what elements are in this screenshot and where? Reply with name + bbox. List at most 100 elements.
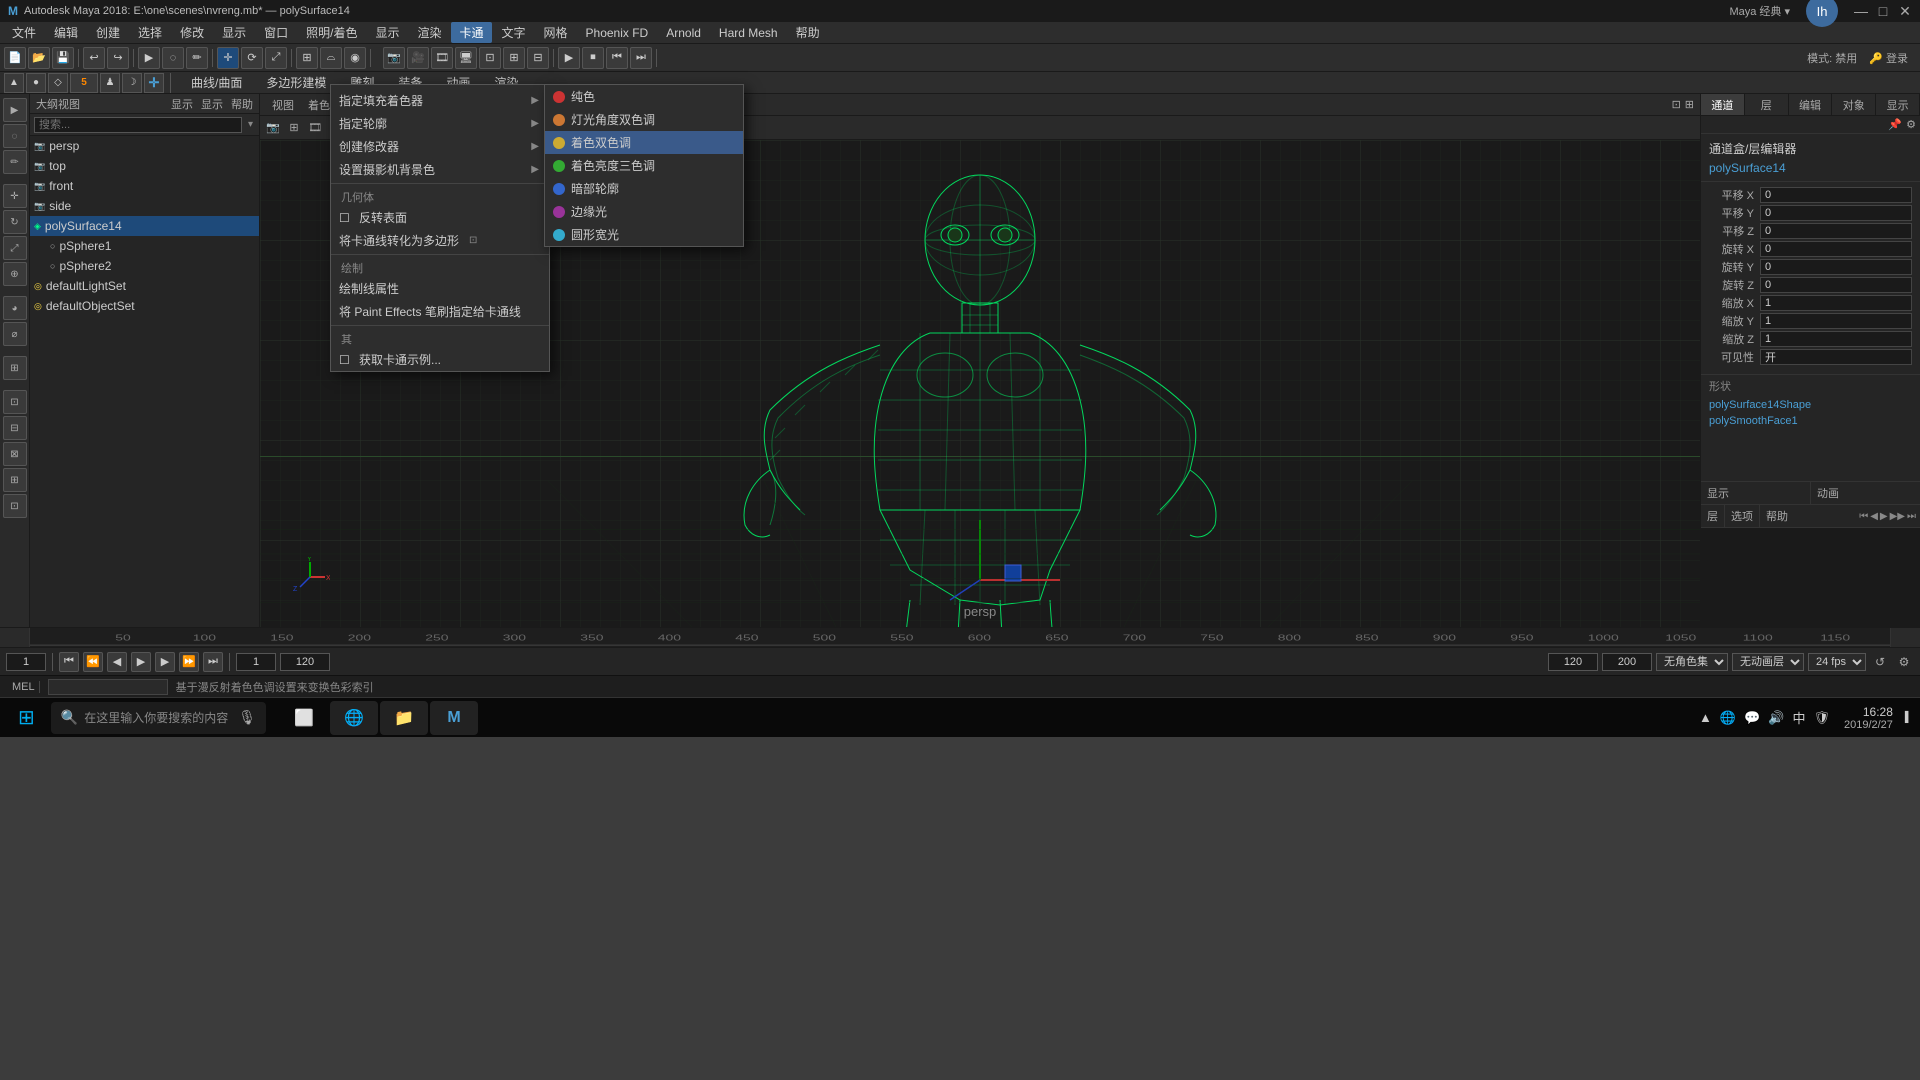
snap-btn3[interactable]: ⊠	[3, 442, 27, 466]
outliner-item-front[interactable]: 📷 front	[30, 176, 259, 196]
rlayer-tab-layers[interactable]: 层	[1701, 505, 1725, 527]
rtab-edit[interactable]: 编辑	[1789, 94, 1833, 115]
lasso-btn[interactable]: ◌	[162, 47, 184, 69]
dropdown-item-assign-shader[interactable]: 指定填充着色器 ▶	[331, 89, 549, 112]
pb-play-btn[interactable]: ▶	[131, 652, 151, 672]
stop-btn[interactable]: ⏹	[582, 47, 604, 69]
tray-up-arrow[interactable]: ▲	[1699, 710, 1712, 725]
rlayer-play-btn[interactable]: ▶	[1880, 511, 1888, 522]
outliner-item-psphere1[interactable]: ○ pSphere1	[30, 236, 259, 256]
rlayer-tab-options[interactable]: 选项	[1725, 505, 1760, 527]
tray-chat-icon[interactable]: 💬	[1744, 710, 1760, 726]
rtab-display-bottom[interactable]: 显示	[1701, 482, 1811, 504]
pb-last-btn[interactable]: ⏭	[203, 652, 223, 672]
menu-phoenix[interactable]: Phoenix FD	[578, 24, 657, 42]
command-input[interactable]	[48, 679, 168, 695]
attr-input-sz[interactable]	[1760, 331, 1912, 347]
rtab-channels[interactable]: 通道	[1701, 94, 1745, 115]
menu-file[interactable]: 文件	[4, 22, 44, 43]
play-btn[interactable]: ▶	[558, 47, 580, 69]
pb-settings-btn[interactable]: ⚙	[1894, 653, 1914, 671]
snap-point-btn[interactable]: ◉	[344, 47, 366, 69]
vp-isolate-icon[interactable]: ⊡	[1672, 98, 1681, 111]
soft-mod-tool[interactable]: ◕	[3, 296, 27, 320]
taskbar-taskview[interactable]: ⬜	[280, 701, 328, 735]
time-ruler[interactable]: 50 100 150 200 250 300 350 400 450 500 5…	[30, 628, 1890, 647]
dropdown-item-assign-outline[interactable]: 指定轮廓 ▶	[331, 112, 549, 135]
tray-network-icon[interactable]: 🌐	[1720, 710, 1736, 726]
rtab-display[interactable]: 显示	[1876, 94, 1920, 115]
scale-tool[interactable]: ⤢	[3, 236, 27, 260]
rtab-layers[interactable]: 层	[1745, 94, 1789, 115]
anim-layer-select[interactable]: 无动画层	[1732, 653, 1804, 671]
rotate-tool[interactable]: ↻	[3, 210, 27, 234]
snap-btn4[interactable]: ⊞	[3, 468, 27, 492]
maximize-button[interactable]: □	[1876, 4, 1890, 18]
shape-item-2[interactable]: polySmoothFace1	[1701, 413, 1920, 429]
tray-antivirus-icon[interactable]: 🛡	[1813, 710, 1830, 726]
outliner-item-lightset[interactable]: ◎ defaultLightSet	[30, 276, 259, 296]
module-icon-render[interactable]: 5	[70, 73, 98, 93]
module-icon-5[interactable]: ☽	[122, 73, 142, 93]
dropdown-item-assign-painteffects[interactable]: 将 Paint Effects 笔刷指定给卡通线	[331, 300, 549, 323]
attr-input-rz[interactable]	[1760, 277, 1912, 293]
module-poly[interactable]: 多边形建模	[258, 72, 334, 93]
taskbar-edge[interactable]: 🌐	[330, 701, 378, 735]
camera-btn5[interactable]: ⊡	[479, 47, 501, 69]
undo-btn[interactable]: ↩	[83, 47, 105, 69]
submenu-item-shading-bright-3[interactable]: 着色亮度三色调	[545, 154, 743, 177]
paint-btn[interactable]: ✏	[186, 47, 208, 69]
char-set-select[interactable]: 无角色集	[1656, 653, 1728, 671]
fps-select[interactable]: 24 fps	[1808, 653, 1866, 671]
range-start-input[interactable]	[236, 653, 276, 671]
menu-display2[interactable]: 显示	[367, 22, 407, 43]
move-btn[interactable]: ✛	[217, 47, 239, 69]
camera-btn2[interactable]: 🎥	[407, 47, 429, 69]
pb-loop-btn[interactable]: ↺	[1870, 653, 1890, 671]
shape-item-1[interactable]: polySurface14Shape	[1701, 397, 1920, 413]
outliner-menu-display[interactable]: 显示	[171, 96, 193, 112]
dropdown-item-set-bg[interactable]: 设置摄影机背景色 ▶	[331, 158, 549, 181]
rlayer-prev2-btn[interactable]: ◀	[1870, 511, 1878, 522]
camera-btn1[interactable]: 📷	[383, 47, 405, 69]
menu-toon[interactable]: 卡通	[451, 22, 491, 43]
outliner-options-btn[interactable]: ▾	[246, 117, 255, 132]
save-scene-btn[interactable]: 💾	[52, 47, 74, 69]
submenu-item-solid[interactable]: 纯色	[545, 85, 743, 108]
vp-film-icon[interactable]: 🎞	[306, 119, 324, 137]
rtab-obj[interactable]: 对象	[1832, 94, 1876, 115]
module-icon-2[interactable]: ●	[26, 73, 46, 93]
rotate-btn[interactable]: ⟳	[241, 47, 263, 69]
taskbar-maya[interactable]: M	[430, 701, 478, 735]
pb-first-btn[interactable]: ⏮	[59, 652, 79, 672]
snap-btn[interactable]: ⊡	[3, 390, 27, 414]
camera-btn7[interactable]: ⊟	[527, 47, 549, 69]
menu-edit[interactable]: 编辑	[46, 22, 86, 43]
attr-input-rx[interactable]	[1760, 241, 1912, 257]
menu-shading[interactable]: 照明/着色	[298, 22, 365, 43]
outliner-item-side[interactable]: 📷 side	[30, 196, 259, 216]
next-key-btn[interactable]: ⏭	[630, 47, 652, 69]
menu-help[interactable]: 帮助	[788, 22, 828, 43]
menu-render[interactable]: 渲染	[409, 22, 449, 43]
search-bar[interactable]: 🔍 在这里输入你要搜索的内容 🎙	[51, 702, 266, 734]
select-btn[interactable]: ▶	[138, 47, 160, 69]
right-panel-pin-icon[interactable]: 📌	[1888, 118, 1902, 131]
module-icon-1[interactable]: ▲	[4, 73, 24, 93]
outliner-item-polysurface14[interactable]: ◈ polySurface14	[30, 216, 259, 236]
camera-btn4[interactable]: 🖥	[455, 47, 477, 69]
outliner-item-persp[interactable]: 📷 persp	[30, 136, 259, 156]
attr-input-tz[interactable]	[1760, 223, 1912, 239]
outliner-item-psphere2[interactable]: ○ pSphere2	[30, 256, 259, 276]
menu-hardmesh[interactable]: Hard Mesh	[711, 24, 786, 42]
rlayer-prev-btn[interactable]: ⏮	[1859, 511, 1868, 522]
dropdown-item-create-modifier[interactable]: 创建修改器 ▶	[331, 135, 549, 158]
attr-obj-name[interactable]: polySurface14	[1701, 159, 1920, 182]
submenu-item-round-wide[interactable]: 圆形宽光	[545, 223, 743, 246]
close-button[interactable]: ✕	[1898, 4, 1912, 18]
menu-mesh[interactable]: 网格	[536, 22, 576, 43]
redo-btn[interactable]: ↪	[107, 47, 129, 69]
tray-sound-icon[interactable]: 🔊	[1768, 710, 1784, 726]
tray-ime-icon[interactable]: 中	[1792, 708, 1805, 727]
rlayer-tab-help[interactable]: 帮助	[1760, 505, 1794, 527]
